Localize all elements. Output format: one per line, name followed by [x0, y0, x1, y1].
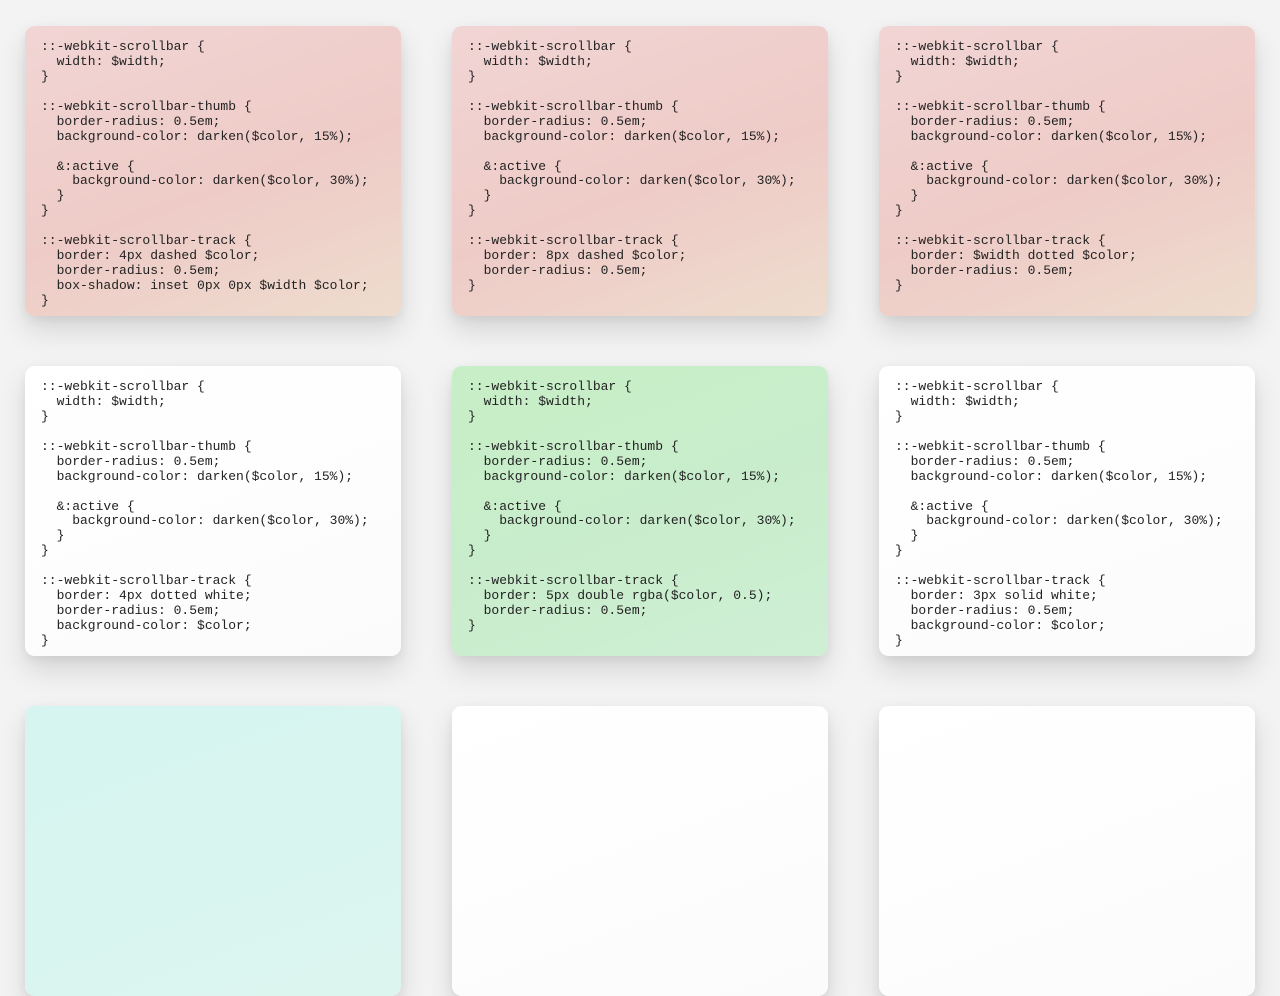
code-block: ::-webkit-scrollbar { width: $width; } :…	[895, 40, 1239, 294]
code-block: ::-webkit-scrollbar { width: $width; } :…	[895, 380, 1239, 649]
code-block: ::-webkit-scrollbar { width: $width; } :…	[468, 380, 812, 634]
code-card[interactable]: ::-webkit-scrollbar { width: $width; } :…	[452, 366, 828, 656]
code-card[interactable]	[25, 706, 401, 996]
code-card[interactable]: ::-webkit-scrollbar { width: $width; } :…	[25, 366, 401, 656]
code-block: ::-webkit-scrollbar { width: $width; } :…	[468, 40, 812, 294]
code-block: ::-webkit-scrollbar { width: $width; } :…	[41, 40, 385, 309]
code-card[interactable]	[879, 706, 1255, 996]
code-card[interactable]: ::-webkit-scrollbar { width: $width; } :…	[452, 26, 828, 316]
card-grid: ::-webkit-scrollbar { width: $width; } :…	[0, 26, 1280, 996]
page: ::-webkit-scrollbar { width: $width; } :…	[0, 0, 1280, 996]
code-card[interactable]: ::-webkit-scrollbar { width: $width; } :…	[879, 366, 1255, 656]
code-block: ::-webkit-scrollbar { width: $width; } :…	[41, 380, 385, 649]
code-card[interactable]	[452, 706, 828, 996]
code-card[interactable]: ::-webkit-scrollbar { width: $width; } :…	[879, 26, 1255, 316]
code-card[interactable]: ::-webkit-scrollbar { width: $width; } :…	[25, 26, 401, 316]
